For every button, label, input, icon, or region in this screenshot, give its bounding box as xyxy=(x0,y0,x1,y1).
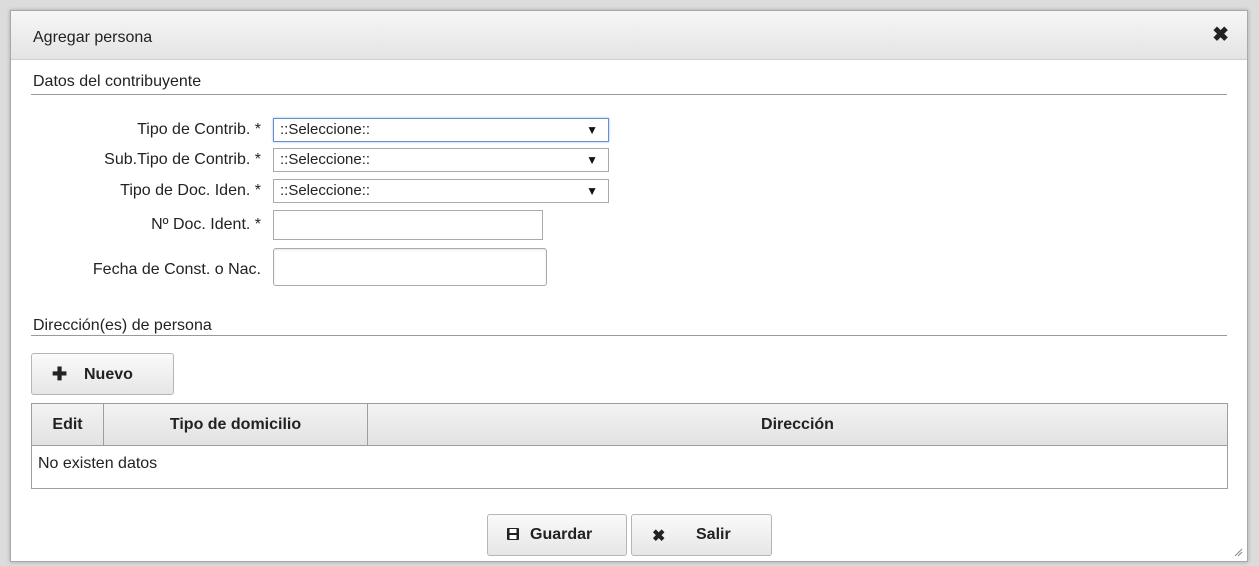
agregar-persona-dialog: Agregar persona ✖ Datos del contribuyent… xyxy=(10,10,1248,562)
salir-button-label: Salir xyxy=(696,526,731,543)
fecha-input[interactable] xyxy=(273,248,547,286)
section-title-direcciones: Dirección(es) de persona xyxy=(33,317,212,334)
guardar-button[interactable]: Guardar xyxy=(487,514,627,556)
dropdown-arrow-icon: ▼ xyxy=(586,153,598,167)
tipo-doc-value: ::Seleccione:: xyxy=(280,182,371,199)
subtipo-contrib-select[interactable]: ::Seleccione:: ▼ xyxy=(273,148,609,172)
column-header-edit[interactable]: Edit xyxy=(32,404,104,445)
empty-table-message: No existen datos xyxy=(38,455,158,472)
plus-icon: ✚ xyxy=(52,364,68,384)
tipo-contrib-label: Tipo de Contrib. * xyxy=(137,121,261,138)
table-header: Edit Tipo de domicilio Dirección xyxy=(32,404,1227,446)
tipo-doc-label: Tipo de Doc. Iden. * xyxy=(120,182,261,199)
dropdown-arrow-icon: ▼ xyxy=(586,123,598,137)
nuevo-button[interactable]: ✚ Nuevo xyxy=(31,353,174,395)
section-divider xyxy=(31,335,1227,336)
tipo-contrib-value: ::Seleccione:: xyxy=(280,121,371,138)
salir-button[interactable]: ✖ Salir xyxy=(631,514,772,556)
close-icon[interactable]: ✖ xyxy=(1212,25,1229,45)
direcciones-table: Edit Tipo de domicilio Dirección No exis… xyxy=(31,403,1228,489)
guardar-button-label: Guardar xyxy=(530,526,593,543)
fecha-label: Fecha de Const. o Nac. xyxy=(92,261,261,278)
nuevo-button-label: Nuevo xyxy=(84,366,133,383)
close-icon: ✖ xyxy=(652,528,666,545)
section-divider xyxy=(31,94,1227,95)
num-doc-input[interactable] xyxy=(273,210,543,240)
section-title-contribuyente: Datos del contribuyente xyxy=(33,73,202,90)
subtipo-contrib-value: ::Seleccione:: xyxy=(280,151,371,168)
tipo-contrib-select[interactable]: ::Seleccione:: ▼ xyxy=(273,118,609,142)
column-header-direccion[interactable]: Dirección xyxy=(368,404,1227,445)
resize-grip-icon[interactable] xyxy=(1233,547,1243,557)
save-icon xyxy=(506,527,520,541)
dropdown-arrow-icon: ▼ xyxy=(586,184,598,198)
tipo-doc-select[interactable]: ::Seleccione:: ▼ xyxy=(273,179,609,203)
column-header-tipo-domicilio[interactable]: Tipo de domicilio xyxy=(104,404,368,445)
dialog-title: Agregar persona xyxy=(33,29,153,46)
num-doc-label: Nº Doc. Ident. * xyxy=(151,216,261,233)
dialog-titlebar[interactable]: Agregar persona ✖ xyxy=(11,11,1247,60)
subtipo-contrib-label: Sub.Tipo de Contrib. * xyxy=(104,151,261,168)
